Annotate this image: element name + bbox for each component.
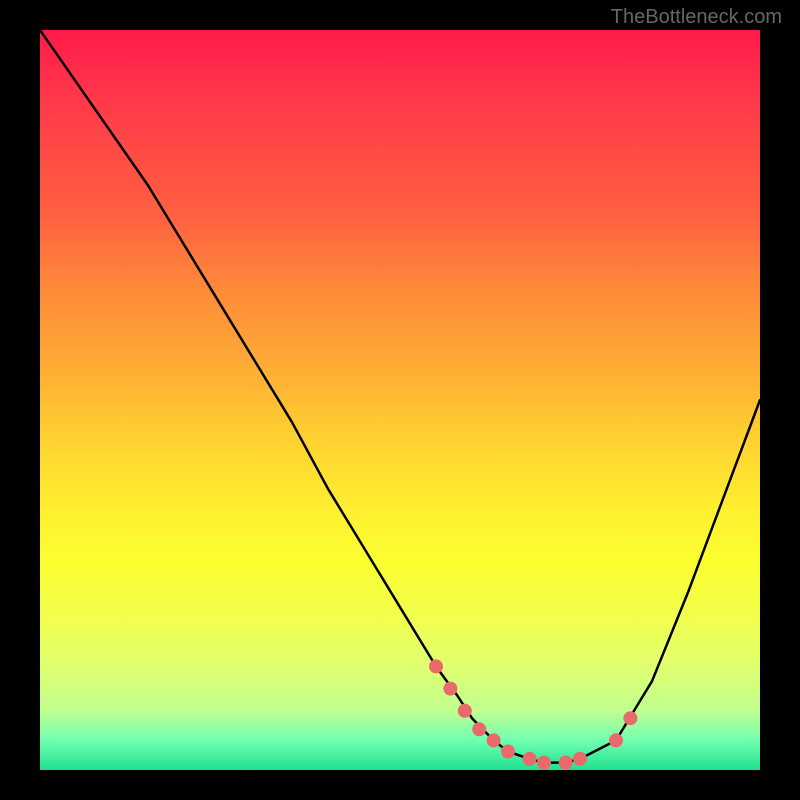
chart-plot-area bbox=[40, 30, 760, 770]
watermark-text: TheBottleneck.com bbox=[611, 6, 782, 29]
bottleneck-curve bbox=[40, 30, 760, 763]
chart-svg bbox=[40, 30, 760, 770]
highlight-markers bbox=[429, 659, 637, 769]
